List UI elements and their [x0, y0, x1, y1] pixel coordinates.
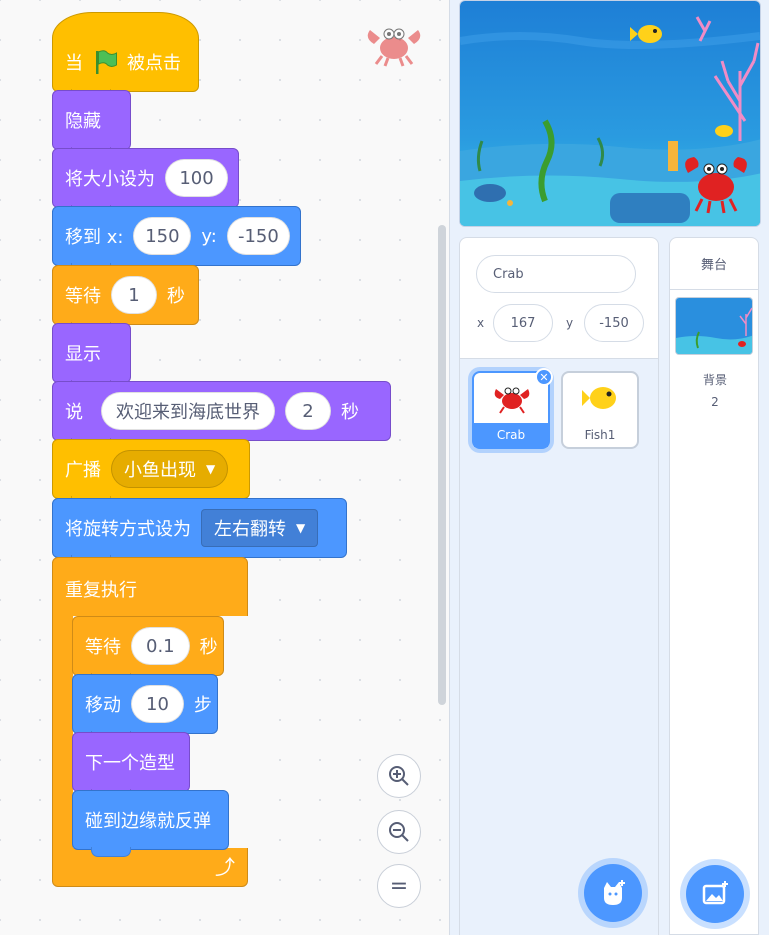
forever-label: 重复执行 [65, 580, 137, 601]
code-area[interactable]: 当 被点击 隐藏 将大小设为 100 移到 x: 150 y: -150 等待 … [0, 0, 450, 935]
wait-label: 等待 [65, 286, 101, 307]
clicked-label: 被点击 [127, 53, 181, 74]
sprite-name-field[interactable]: Crab [476, 255, 636, 293]
current-sprite-icon [367, 28, 421, 67]
backdrops-label: 背景 [702, 373, 727, 387]
bounce-on-edge-block[interactable]: 碰到边缘就反弹 [72, 790, 229, 857]
go-to-xy-block[interactable]: 移到 x: 150 y: -150 [52, 206, 301, 273]
rotation-style-value: 左右翻转 [214, 519, 286, 540]
hide-block[interactable]: 隐藏 [52, 90, 131, 157]
stage-target-pane[interactable]: 舞台 背景 2 [669, 237, 759, 935]
delete-sprite-icon[interactable]: ✕ [535, 368, 553, 386]
say-seconds-input[interactable]: 2 [285, 392, 331, 430]
dropdown-caret-icon: ▼ [296, 521, 306, 535]
sprite-thumb-fish1[interactable]: Fish1 [561, 371, 639, 449]
code-area-scrollbar[interactable] [438, 225, 446, 705]
say-label: 说 [65, 402, 83, 423]
move-label: 移动 [85, 695, 121, 716]
sprite-pane: Crab x 167 y -150 ✕ Crab Fish1 [459, 237, 659, 935]
show-block[interactable]: 显示 [52, 323, 131, 390]
zoom-out-button[interactable] [377, 810, 421, 854]
stage-pane-title: 舞台 [670, 238, 758, 290]
wait-label: 等待 [85, 637, 121, 658]
zoom-reset-button[interactable]: = [377, 864, 421, 908]
wait-block[interactable]: 等待 1 秒 [52, 265, 199, 332]
set-size-block[interactable]: 将大小设为 100 [52, 148, 239, 215]
say-for-secs-block[interactable]: 说 欢迎来到海底世界 2 秒 [52, 381, 391, 448]
seconds-unit: 秒 [199, 637, 218, 658]
add-backdrop-button[interactable] [686, 865, 744, 923]
y-input[interactable]: -150 [226, 217, 290, 255]
wait-block[interactable]: 等待 0.1 秒 [72, 616, 224, 683]
size-input[interactable]: 100 [165, 159, 228, 197]
next-costume-block[interactable]: 下一个造型 [72, 732, 190, 799]
underwater-backdrop-thumb [676, 298, 752, 354]
steps-unit: 步 [193, 695, 212, 716]
broadcast-block[interactable]: 广播 小鱼出现 ▼ [52, 439, 250, 506]
zoom-out-icon [389, 822, 409, 842]
x-label: x [477, 316, 485, 330]
when-flag-clicked-block[interactable]: 当 被点击 [52, 12, 199, 99]
set-size-label: 将大小设为 [65, 169, 155, 190]
wait-seconds-input[interactable]: 0.1 [131, 627, 190, 665]
wait-seconds-input[interactable]: 1 [111, 276, 157, 314]
sprite-x-field[interactable]: 167 [493, 304, 553, 342]
fish-icon [582, 387, 616, 409]
hide-label: 隐藏 [65, 111, 101, 132]
zoom-in-icon [389, 766, 409, 786]
sprite-thumb-name: Crab [474, 423, 548, 447]
broadcast-message-dropdown[interactable]: 小鱼出现 ▼ [111, 450, 229, 488]
x-input[interactable]: 150 [133, 217, 192, 255]
sprite-y-field[interactable]: -150 [584, 304, 644, 342]
y-label: y: [201, 225, 217, 247]
backdrop-thumbnail[interactable] [675, 297, 753, 355]
show-label: 显示 [65, 344, 101, 365]
image-plus-icon [702, 881, 728, 905]
broadcast-message-value: 小鱼出现 [124, 460, 196, 481]
zoom-reset-label: = [389, 873, 409, 899]
sprite-list: ✕ Crab Fish1 [460, 359, 658, 935]
when-label: 当 [65, 53, 83, 74]
say-seconds-unit: 秒 [341, 402, 359, 423]
next-costume-label: 下一个造型 [85, 753, 175, 774]
rotation-label: 将旋转方式设为 [65, 519, 191, 540]
loop-arrow-icon: ⤴ [215, 855, 235, 879]
backdrops-count: 2 [711, 395, 719, 409]
rotation-style-dropdown[interactable]: 左右翻转 ▼ [201, 509, 319, 547]
seconds-unit: 秒 [167, 286, 185, 307]
set-rotation-style-block[interactable]: 将旋转方式设为 左右翻转 ▼ [52, 498, 347, 565]
cat-plus-icon [604, 880, 625, 905]
bounce-label: 碰到边缘就反弹 [85, 811, 211, 832]
dropdown-caret-icon: ▼ [206, 462, 216, 476]
crab-icon [494, 387, 530, 414]
move-steps-block[interactable]: 移动 10 步 [72, 674, 218, 741]
say-message-input[interactable]: 欢迎来到海底世界 [101, 392, 275, 430]
underwater-backdrop [460, 1, 760, 226]
stage[interactable] [459, 0, 761, 227]
sprite-thumb-name: Fish1 [584, 428, 616, 442]
add-sprite-button[interactable] [584, 864, 642, 922]
zoom-in-button[interactable] [377, 754, 421, 798]
sprite-info: Crab x 167 y -150 [460, 238, 658, 359]
sprite-thumb-crab[interactable]: ✕ Crab [472, 368, 553, 449]
steps-input[interactable]: 10 [131, 685, 184, 723]
green-flag-icon [96, 50, 117, 74]
y-label: y [566, 316, 574, 330]
broadcast-label: 广播 [65, 460, 101, 481]
go-to-label: 移到 x: [65, 227, 124, 248]
